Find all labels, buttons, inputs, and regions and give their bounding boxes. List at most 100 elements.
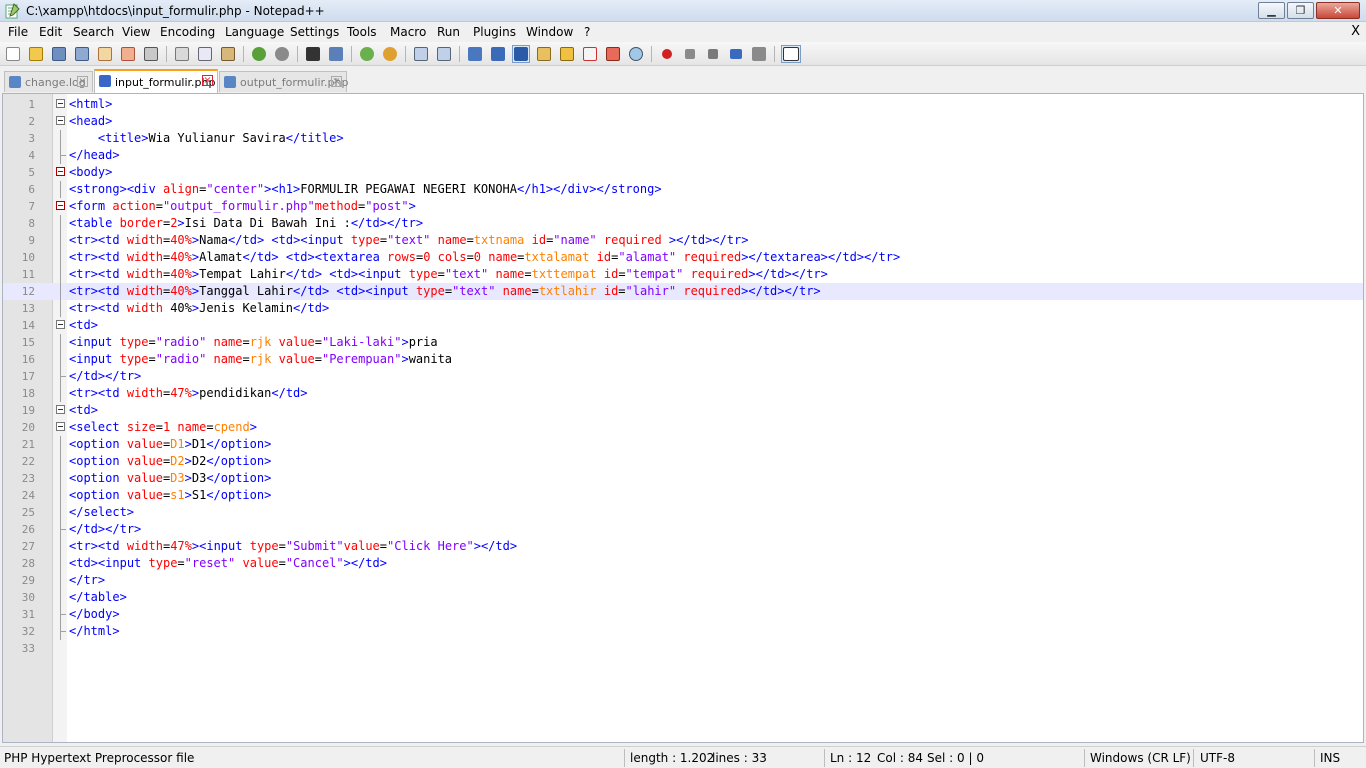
code-line[interactable]: 8 <table border=2>Isi Data Di Bawah Ini :… — [3, 215, 1363, 232]
code-line[interactable]: 17 </td></tr> — [3, 368, 1363, 385]
print-button[interactable] — [142, 45, 160, 63]
code-line[interactable]: 23 <option value=D3>D3</option> — [3, 470, 1363, 487]
code-line[interactable]: 13 <tr><td width 40%>Jenis Kelamin</td> — [3, 300, 1363, 317]
menu-plugins[interactable]: Plugins — [473, 25, 516, 39]
cut-button[interactable] — [173, 45, 191, 63]
folder-workspace-button[interactable] — [604, 45, 622, 63]
record-macro-button[interactable] — [658, 45, 676, 63]
word-wrap-button[interactable] — [466, 45, 484, 63]
open-file-button[interactable] — [27, 45, 45, 63]
spell-check-button[interactable] — [781, 45, 801, 63]
encoding-label[interactable]: UTF-8 — [1200, 751, 1235, 765]
replace-button[interactable] — [327, 45, 345, 63]
tab-close-icon[interactable]: × — [331, 76, 342, 87]
code-line[interactable]: 9 <tr><td width=40%>Nama</td> <td><input … — [3, 232, 1363, 249]
code-line[interactable]: 5 <body> — [3, 164, 1363, 181]
redo-button[interactable] — [273, 45, 291, 63]
zoom-out-button[interactable] — [381, 45, 399, 63]
code-line[interactable]: 22 <option value=D2>D2</option> — [3, 453, 1363, 470]
doc-map-button[interactable] — [558, 45, 576, 63]
code-line[interactable]: 12 <tr><td width=40%>Tanggal Lahir</td> <… — [3, 283, 1363, 300]
code-line[interactable]: 20 <select size=1 name=cpend> — [3, 419, 1363, 436]
code-line[interactable]: 4 </head> — [3, 147, 1363, 164]
menu-run[interactable]: Run — [437, 25, 460, 39]
fold-toggle-icon[interactable] — [56, 320, 65, 329]
close-window-button[interactable]: ✕ — [1316, 2, 1360, 19]
menu-window[interactable]: Window — [526, 25, 573, 39]
fold-toggle-icon[interactable] — [56, 99, 65, 108]
copy-button[interactable] — [196, 45, 214, 63]
code-line[interactable]: 26 </td></tr> — [3, 521, 1363, 538]
menu-view[interactable]: View — [122, 25, 150, 39]
restore-button[interactable]: ❐ — [1287, 2, 1314, 19]
stop-record-button[interactable] — [681, 45, 699, 63]
indent-guide-button[interactable] — [512, 45, 530, 63]
code-line[interactable]: 29 </tr> — [3, 572, 1363, 589]
undo-button[interactable] — [250, 45, 268, 63]
code-line[interactable]: 16 <input type="radio" name=rjk value="Pe… — [3, 351, 1363, 368]
fold-toggle-icon[interactable] — [56, 116, 65, 125]
code-line[interactable]: 31 </body> — [3, 606, 1363, 623]
tab-change-log[interactable]: change.log × — [4, 71, 93, 92]
code-line[interactable]: 10 <tr><td width=40%>Alamat</td> <td><tex… — [3, 249, 1363, 266]
line-number: 21 — [21, 438, 35, 451]
menu-encoding[interactable]: Encoding — [160, 25, 215, 39]
fold-toggle-icon[interactable] — [56, 167, 65, 176]
code-line[interactable]: 24 <option value=s1>S1</option> — [3, 487, 1363, 504]
sync-vertical-button[interactable] — [412, 45, 430, 63]
eol-format-label[interactable]: Windows (CR LF) — [1090, 751, 1191, 765]
code-line[interactable]: 6 <strong><div align="center"><h1>FORMULI… — [3, 181, 1363, 198]
code-line[interactable]: 15 <input type="radio" name=rjk value="La… — [3, 334, 1363, 351]
code-text: <td> — [69, 403, 98, 417]
code-line[interactable]: 2 <head> — [3, 113, 1363, 130]
menu-help[interactable]: ? — [584, 25, 590, 39]
save-all-button[interactable] — [73, 45, 91, 63]
fold-toggle-icon[interactable] — [56, 405, 65, 414]
save-button[interactable] — [50, 45, 68, 63]
zoom-in-button[interactable] — [358, 45, 376, 63]
function-list-button[interactable] — [581, 45, 599, 63]
play-macro-button[interactable] — [704, 45, 722, 63]
code-line[interactable]: 27 <tr><td width=47%><input type="Submit"… — [3, 538, 1363, 555]
code-line[interactable]: 28 <td><input type="reset" value="Cancel"… — [3, 555, 1363, 572]
monitor-button[interactable] — [627, 45, 645, 63]
fold-toggle-icon[interactable] — [56, 201, 65, 210]
menu-macro[interactable]: Macro — [390, 25, 426, 39]
code-line[interactable]: 11 <tr><td width=40%>Tempat Lahir</td> <t… — [3, 266, 1363, 283]
code-line[interactable]: 19 <td> — [3, 402, 1363, 419]
show-all-chars-button[interactable] — [489, 45, 507, 63]
sync-horizontal-button[interactable] — [435, 45, 453, 63]
find-button[interactable] — [304, 45, 322, 63]
tab-close-icon[interactable]: × — [202, 75, 213, 86]
paste-button[interactable] — [219, 45, 237, 63]
code-line[interactable]: 33 — [3, 640, 1363, 657]
udl-button[interactable] — [535, 45, 553, 63]
menu-settings[interactable]: Settings — [290, 25, 339, 39]
code-line[interactable]: 1 <html> — [3, 96, 1363, 113]
code-line[interactable]: 14 <td> — [3, 317, 1363, 334]
code-editor[interactable]: 1 <html> 2 <head> 3 <title>Wia Yulianur Savi… — [2, 93, 1364, 743]
save-macro-button[interactable] — [750, 45, 768, 63]
code-line[interactable]: 32 </html> — [3, 623, 1363, 640]
menu-language[interactable]: Language — [225, 25, 284, 39]
code-line[interactable]: 7 <form action="output_formulir.php"metho… — [3, 198, 1363, 215]
code-line[interactable]: 25 </select> — [3, 504, 1363, 521]
code-line[interactable]: 30 </table> — [3, 589, 1363, 606]
fold-toggle-icon[interactable] — [56, 422, 65, 431]
new-file-button[interactable] — [4, 45, 22, 63]
run-macro-multiple-button[interactable] — [727, 45, 745, 63]
close-button[interactable] — [96, 45, 114, 63]
menu-edit[interactable]: Edit — [39, 25, 62, 39]
menu-tools[interactable]: Tools — [347, 25, 377, 39]
menu-file[interactable]: File — [8, 25, 28, 39]
tab-output-formulir[interactable]: output_formulir.php × — [219, 71, 348, 92]
menu-search[interactable]: Search — [73, 25, 114, 39]
code-line[interactable]: 18 <tr><td width=47%>pendidikan</td> — [3, 385, 1363, 402]
tab-close-icon[interactable]: × — [77, 76, 88, 87]
close-document-button[interactable]: X — [1351, 24, 1360, 39]
code-line[interactable]: 21 <option value=D1>D1</option> — [3, 436, 1363, 453]
minimize-button[interactable]: ▁ — [1258, 2, 1285, 19]
close-all-button[interactable] — [119, 45, 137, 63]
tab-input-formulir[interactable]: input_formulir.php × — [94, 69, 218, 93]
code-line[interactable]: 3 <title>Wia Yulianur Savira</title> — [3, 130, 1363, 147]
